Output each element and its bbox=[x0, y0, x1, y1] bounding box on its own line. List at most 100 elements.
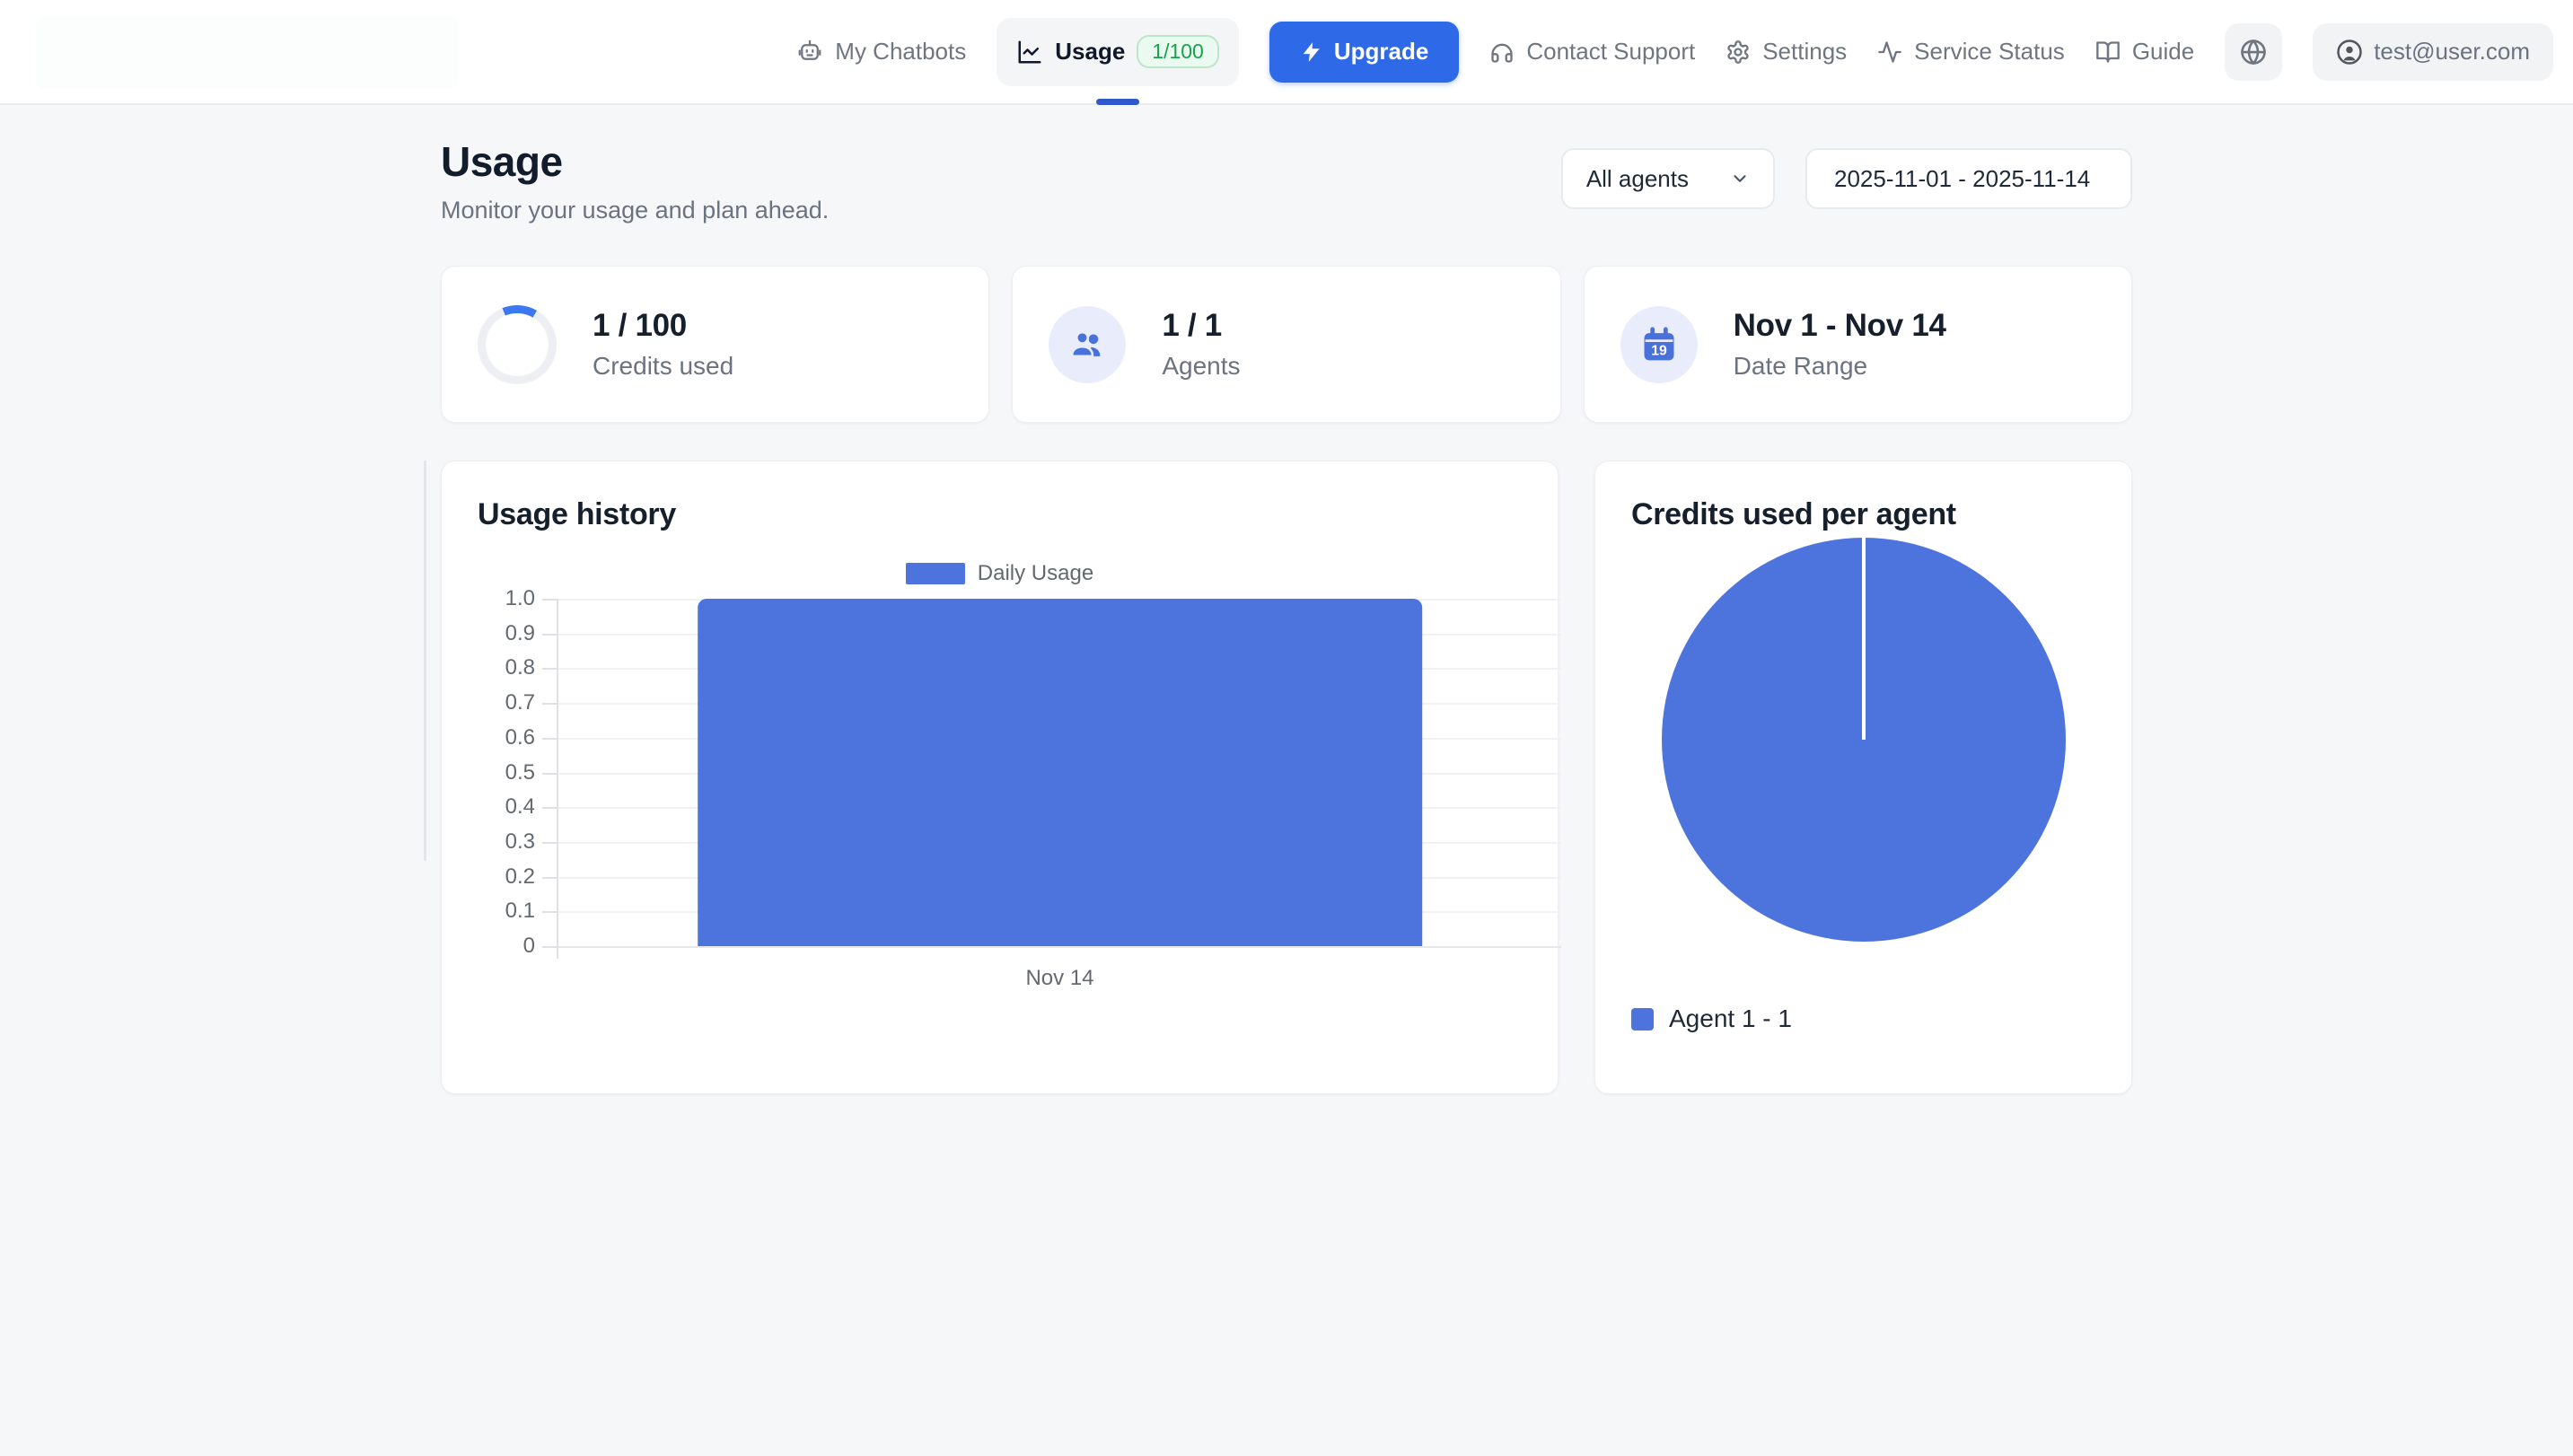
stat-daterange-label: Date Range bbox=[1734, 352, 1946, 381]
y-axis-tick bbox=[542, 807, 557, 809]
stat-credits-value: 1 / 100 bbox=[593, 308, 733, 344]
stat-card-agents: 1 / 1 Agents bbox=[1012, 266, 1560, 423]
nav-guide[interactable]: Guide bbox=[2095, 38, 2194, 66]
globe-icon bbox=[2240, 39, 2267, 66]
page-title: Usage bbox=[441, 137, 829, 186]
legend-swatch-daily-usage bbox=[906, 563, 965, 584]
nav-contact-support-label: Contact Support bbox=[1526, 38, 1695, 66]
nav-guide-label: Guide bbox=[2132, 38, 2194, 66]
headphones-icon bbox=[1489, 39, 1515, 65]
date-range-value: 2025-11-01 - 2025-11-14 bbox=[1834, 165, 2090, 193]
y-axis-tick bbox=[542, 911, 557, 913]
y-axis-tick bbox=[542, 842, 557, 844]
stat-card-daterange: 19 Nov 1 - Nov 14 Date Range bbox=[1584, 266, 2132, 423]
nav-contact-support[interactable]: Contact Support bbox=[1489, 38, 1695, 66]
agent-filter-value: All agents bbox=[1586, 165, 1689, 193]
y-tick-label: 1.0 bbox=[478, 586, 535, 611]
y-tick-label: 0.8 bbox=[478, 655, 535, 680]
legend-label-agent-1: Agent 1 - 1 bbox=[1669, 1004, 1792, 1033]
date-range-input[interactable]: 2025-11-01 - 2025-11-14 bbox=[1805, 148, 2132, 209]
robot-icon bbox=[796, 39, 823, 66]
upgrade-button[interactable]: Upgrade bbox=[1269, 22, 1459, 83]
credits-per-agent-title: Credits used per agent bbox=[1631, 497, 2095, 532]
chevron-down-icon bbox=[1730, 169, 1750, 189]
tab-usage[interactable]: Usage 1/100 bbox=[997, 18, 1239, 86]
language-button[interactable] bbox=[2225, 23, 2282, 81]
bar-chart-plot: 1.00.90.80.70.60.50.40.30.20.10 bbox=[558, 599, 1561, 946]
pie-chart-wrap bbox=[1631, 538, 2095, 942]
pie-chart bbox=[1662, 538, 2066, 942]
y-axis-tick bbox=[542, 946, 557, 948]
left-scroll-indicator bbox=[424, 460, 426, 861]
line-chart-icon bbox=[1016, 39, 1043, 66]
y-tick-label: 0.4 bbox=[478, 794, 535, 820]
nav-service-status-label: Service Status bbox=[1914, 38, 2065, 66]
usage-history-card: Usage history Daily Usage 1.00.90.80.70.… bbox=[441, 460, 1559, 1094]
stat-daterange-text: Nov 1 - Nov 14 Date Range bbox=[1734, 308, 1946, 381]
charts-row: Usage history Daily Usage 1.00.90.80.70.… bbox=[441, 460, 2132, 1094]
pie-slice-divider bbox=[1862, 538, 1866, 740]
daterange-icon-circle: 19 bbox=[1620, 306, 1698, 383]
usage-credits-badge: 1/100 bbox=[1137, 35, 1219, 68]
calendar-day-text: 19 bbox=[1651, 343, 1667, 358]
user-menu[interactable]: test@user.com bbox=[2313, 23, 2553, 81]
y-axis-tick bbox=[542, 773, 557, 775]
usage-history-title: Usage history bbox=[478, 497, 1522, 532]
navbar-menu: My Chatbots Usage 1/100 Upgrade bbox=[796, 0, 2553, 103]
y-axis-tick bbox=[542, 599, 557, 601]
agents-icon-circle bbox=[1049, 306, 1126, 383]
nav-service-status[interactable]: Service Status bbox=[1877, 38, 2065, 66]
y-tick-label: 0.7 bbox=[478, 690, 535, 715]
legend-swatch-agent-1 bbox=[1631, 1008, 1654, 1031]
stat-agents-value: 1 / 1 bbox=[1162, 308, 1240, 344]
agent-filter-select[interactable]: All agents bbox=[1561, 148, 1775, 209]
users-icon bbox=[1067, 325, 1107, 364]
lightning-icon bbox=[1300, 40, 1323, 64]
nav-settings-label: Settings bbox=[1762, 38, 1847, 66]
daily-usage-bar bbox=[698, 599, 1423, 946]
gear-icon bbox=[1726, 39, 1751, 65]
page-header: Usage Monitor your usage and plan ahead.… bbox=[441, 137, 2132, 224]
stat-card-credits: 1 / 100 Credits used bbox=[441, 266, 989, 423]
nav-my-chatbots[interactable]: My Chatbots bbox=[796, 38, 966, 66]
tab-usage-wrap: Usage 1/100 bbox=[997, 0, 1239, 103]
stat-credits-text: 1 / 100 Credits used bbox=[593, 308, 733, 381]
y-tick-label: 0.2 bbox=[478, 864, 535, 890]
stat-credits-label: Credits used bbox=[593, 352, 733, 381]
y-tick-label: 0.3 bbox=[478, 829, 535, 855]
y-axis-tick bbox=[542, 703, 557, 705]
bar-chart-x-label: Nov 14 bbox=[558, 966, 1561, 991]
y-tick-label: 0 bbox=[478, 934, 535, 959]
bar-chart-legend: Daily Usage bbox=[478, 561, 1522, 586]
y-tick-label: 0.5 bbox=[478, 760, 535, 785]
y-axis-tick bbox=[542, 877, 557, 879]
calendar-icon: 19 bbox=[1639, 325, 1679, 364]
nav-settings[interactable]: Settings bbox=[1726, 38, 1847, 66]
page-subtitle: Monitor your usage and plan ahead. bbox=[441, 197, 829, 224]
active-tab-indicator bbox=[1096, 99, 1139, 105]
legend-label-daily-usage: Daily Usage bbox=[978, 561, 1093, 586]
stats-row: 1 / 100 Credits used 1 / 1 Agents bbox=[441, 266, 2132, 423]
tab-usage-label: Usage bbox=[1055, 38, 1125, 66]
top-navbar: My Chatbots Usage 1/100 Upgrade bbox=[0, 0, 2573, 105]
y-tick-label: 0.6 bbox=[478, 725, 535, 750]
credits-progress-ring bbox=[478, 305, 557, 384]
user-email: test@user.com bbox=[2374, 38, 2530, 66]
pie-chart-legend: Agent 1 - 1 bbox=[1631, 1004, 2095, 1033]
page-filters: All agents 2025-11-01 - 2025-11-14 bbox=[1561, 148, 2132, 209]
y-axis-tick bbox=[542, 738, 557, 740]
upgrade-button-label: Upgrade bbox=[1334, 38, 1428, 66]
gridline bbox=[558, 946, 1561, 948]
y-axis-tick bbox=[542, 668, 557, 670]
activity-icon bbox=[1877, 39, 1902, 65]
y-tick-label: 0.1 bbox=[478, 899, 535, 924]
logo-placeholder bbox=[36, 15, 458, 89]
stat-daterange-value: Nov 1 - Nov 14 bbox=[1734, 308, 1946, 344]
page-header-text: Usage Monitor your usage and plan ahead. bbox=[441, 137, 829, 224]
y-axis-tick bbox=[542, 634, 557, 636]
y-tick-label: 0.9 bbox=[478, 621, 535, 646]
main-content: Usage Monitor your usage and plan ahead.… bbox=[441, 105, 2132, 1094]
book-icon bbox=[2095, 39, 2121, 65]
user-icon bbox=[2336, 39, 2363, 66]
stat-agents-label: Agents bbox=[1162, 352, 1240, 381]
